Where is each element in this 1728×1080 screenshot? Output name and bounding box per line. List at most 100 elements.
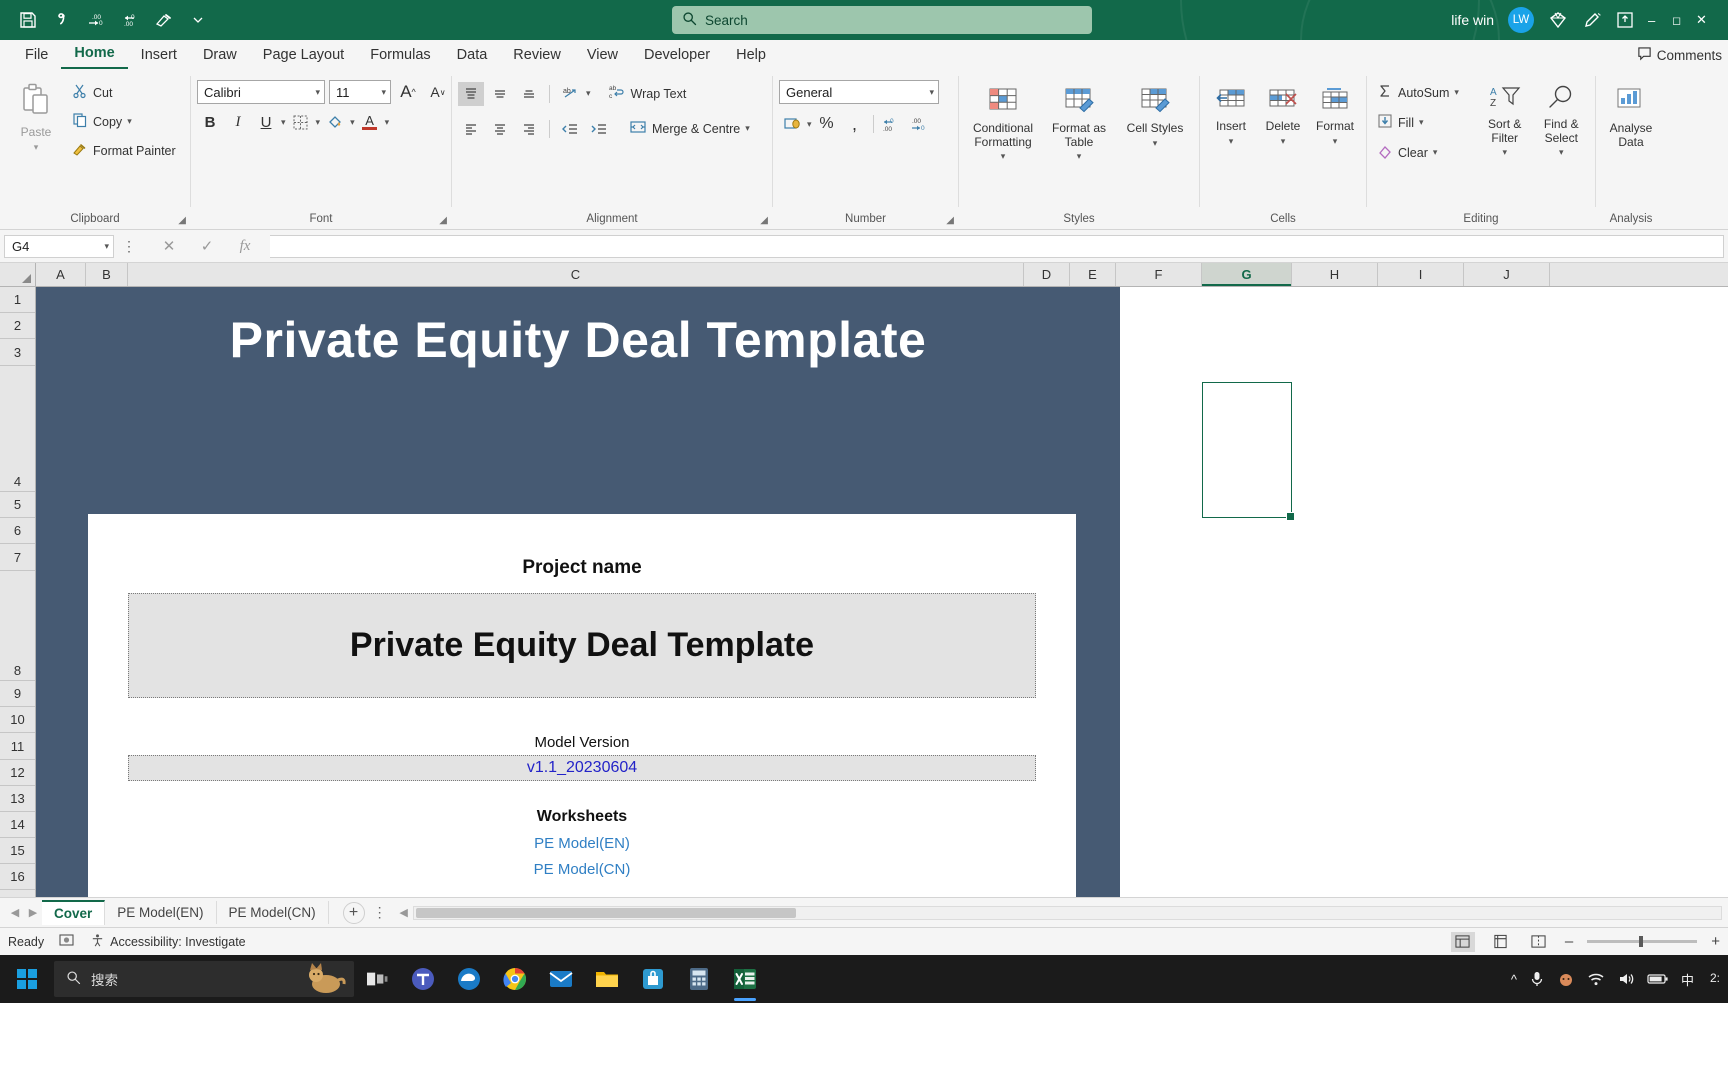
fill-color-button[interactable] bbox=[322, 110, 348, 134]
column-header-h[interactable]: H bbox=[1292, 263, 1378, 286]
tab-view[interactable]: View bbox=[574, 43, 631, 69]
borders-chevron-down-icon[interactable]: ▾ bbox=[316, 117, 321, 128]
tab-insert[interactable]: Insert bbox=[128, 43, 190, 69]
alignment-dialog-launcher[interactable]: ◢ bbox=[760, 215, 768, 226]
fill-button[interactable]: Fill ▾ bbox=[1373, 110, 1476, 135]
pen-icon[interactable] bbox=[1582, 10, 1602, 30]
autosum-chevron-down-icon[interactable]: ▾ bbox=[1454, 87, 1459, 98]
task-view-icon[interactable] bbox=[354, 955, 400, 1003]
select-all-corner[interactable] bbox=[0, 263, 36, 286]
accessibility-button[interactable]: Accessibility: Investigate bbox=[90, 933, 246, 951]
accounting-format-button[interactable] bbox=[779, 112, 805, 136]
project-name-cell[interactable]: Private Equity Deal Template bbox=[128, 593, 1036, 698]
bold-button[interactable]: B bbox=[197, 110, 223, 134]
row-header-14[interactable]: 14 bbox=[0, 812, 35, 838]
tab-file[interactable]: File bbox=[12, 43, 61, 69]
align-left-button[interactable] bbox=[458, 117, 484, 141]
zoom-out-button[interactable]: – bbox=[1565, 933, 1573, 950]
merge-chevron-down-icon[interactable]: ▾ bbox=[745, 123, 750, 134]
fat-chevron-down-icon[interactable]: ▾ bbox=[1077, 151, 1082, 161]
row-header-6[interactable]: 6 bbox=[0, 518, 35, 544]
avatar[interactable]: LW bbox=[1508, 7, 1534, 33]
font-size-select[interactable]: 11 ▾ bbox=[329, 80, 391, 104]
row-header-1[interactable]: 1 bbox=[0, 287, 35, 313]
row-header-5[interactable]: 5 bbox=[0, 492, 35, 518]
hscroll-track[interactable] bbox=[412, 905, 1722, 920]
column-header-b[interactable]: B bbox=[86, 263, 128, 286]
number-dialog-launcher[interactable]: ◢ bbox=[946, 215, 954, 226]
comma-style-button[interactable]: , bbox=[842, 112, 868, 136]
tab-draw[interactable]: Draw bbox=[190, 43, 250, 69]
row-header-17[interactable]: 17 bbox=[0, 890, 35, 897]
cf-chevron-down-icon[interactable]: ▾ bbox=[1001, 151, 1006, 161]
customize-qat-icon[interactable] bbox=[182, 6, 214, 34]
minimize-icon[interactable]: – bbox=[1648, 13, 1670, 28]
column-header-j[interactable]: J bbox=[1464, 263, 1550, 286]
format-cells-button[interactable]: Format ▾ bbox=[1310, 82, 1360, 150]
format-painter-button[interactable]: Format Painter bbox=[68, 138, 180, 163]
store-app-icon[interactable] bbox=[630, 955, 676, 1003]
font-family-select[interactable]: Calibri ▾ bbox=[197, 80, 325, 104]
insert-cells-button[interactable]: Insert ▾ bbox=[1206, 82, 1256, 150]
insert-chevron-down-icon[interactable]: ▾ bbox=[1229, 136, 1234, 146]
last-sheet-arrow-icon[interactable]: ▶ bbox=[24, 906, 42, 919]
delete-cells-button[interactable]: Delete ▾ bbox=[1258, 82, 1308, 150]
font-dialog-launcher[interactable]: ◢ bbox=[439, 215, 447, 226]
zoom-in-button[interactable]: + bbox=[1711, 933, 1720, 950]
row-header-11[interactable]: 11 bbox=[0, 733, 35, 760]
sheet-bar-options-icon[interactable]: ⋮ bbox=[365, 904, 395, 921]
paste-chevron-down-icon[interactable]: ▾ bbox=[34, 142, 39, 152]
increase-indent-button[interactable] bbox=[586, 117, 612, 141]
row-header-3[interactable]: 3 bbox=[0, 339, 35, 366]
save-icon[interactable] bbox=[12, 6, 44, 34]
italic-button[interactable]: I bbox=[225, 110, 251, 134]
find-select-button[interactable]: Find & Select ▾ bbox=[1534, 80, 1589, 162]
user-name[interactable]: life win bbox=[1451, 12, 1494, 28]
microphone-icon[interactable] bbox=[1529, 970, 1545, 988]
tray-expand-icon[interactable]: ^ bbox=[1511, 972, 1517, 987]
excel-app-icon[interactable] bbox=[722, 955, 768, 1003]
format-as-table-button[interactable]: Format as Table ▾ bbox=[1042, 82, 1116, 166]
start-button[interactable] bbox=[0, 955, 54, 1003]
zoom-slider-thumb[interactable] bbox=[1639, 936, 1644, 947]
selected-cell-g4[interactable] bbox=[1202, 382, 1295, 521]
edge-legacy-app-icon[interactable] bbox=[446, 955, 492, 1003]
orientation-button[interactable]: ab bbox=[557, 82, 583, 106]
tab-home[interactable]: Home bbox=[61, 41, 128, 69]
page-break-preview-icon[interactable] bbox=[1527, 932, 1551, 952]
fill-color-chevron-down-icon[interactable]: ▾ bbox=[350, 117, 355, 128]
format-painter-icon[interactable] bbox=[148, 6, 180, 34]
sheet-tab-pe-model-cn[interactable]: PE Model(CN) bbox=[217, 901, 329, 924]
chrome-app-icon[interactable] bbox=[492, 955, 538, 1003]
merge-centre-button[interactable]: Merge & Centre ▾ bbox=[625, 115, 754, 142]
font-color-chevron-down-icon[interactable]: ▾ bbox=[385, 117, 390, 128]
enter-icon[interactable]: ✓ bbox=[188, 234, 226, 258]
add-sheet-button[interactable]: + bbox=[342, 901, 365, 924]
worksheet-link-cn[interactable]: PE Model(CN) bbox=[88, 861, 1076, 878]
name-box-chevron-down-icon[interactable]: ▾ bbox=[104, 241, 109, 252]
volume-icon[interactable] bbox=[1617, 971, 1635, 987]
comments-button[interactable]: Comments bbox=[1637, 46, 1722, 64]
sheet-area[interactable]: Private Equity Deal Template Project nam… bbox=[36, 287, 1728, 897]
restore-icon[interactable]: ◻ bbox=[1672, 14, 1694, 27]
tab-review[interactable]: Review bbox=[500, 43, 574, 69]
row-header-8[interactable]: 8 bbox=[0, 571, 35, 681]
row-header-13[interactable]: 13 bbox=[0, 786, 35, 812]
formula-bar-options-icon[interactable]: ⋮ bbox=[114, 238, 144, 255]
delete-chevron-down-icon[interactable]: ▾ bbox=[1281, 136, 1286, 146]
ime-indicator[interactable]: 中 bbox=[1681, 970, 1694, 989]
increase-decimal-icon[interactable]: .00 0 bbox=[80, 6, 112, 34]
paste-button[interactable]: Paste ▾ bbox=[6, 74, 66, 156]
macro-record-icon[interactable] bbox=[58, 932, 76, 951]
pet-tray-icon[interactable] bbox=[1557, 970, 1575, 988]
column-header-c[interactable]: C bbox=[128, 263, 1024, 286]
mail-app-icon[interactable] bbox=[538, 955, 584, 1003]
analyse-data-button[interactable]: Analyse Data bbox=[1602, 82, 1660, 153]
tab-page-layout[interactable]: Page Layout bbox=[250, 43, 357, 69]
undo-icon[interactable] bbox=[46, 6, 78, 34]
align-top-button[interactable] bbox=[458, 81, 484, 106]
decrease-decimal-button[interactable]: .00 0 bbox=[907, 112, 933, 136]
font-color-button[interactable]: A bbox=[357, 110, 383, 134]
teams-app-icon[interactable] bbox=[400, 955, 446, 1003]
conditional-formatting-button[interactable]: Conditional Formatting ▾ bbox=[966, 82, 1040, 166]
